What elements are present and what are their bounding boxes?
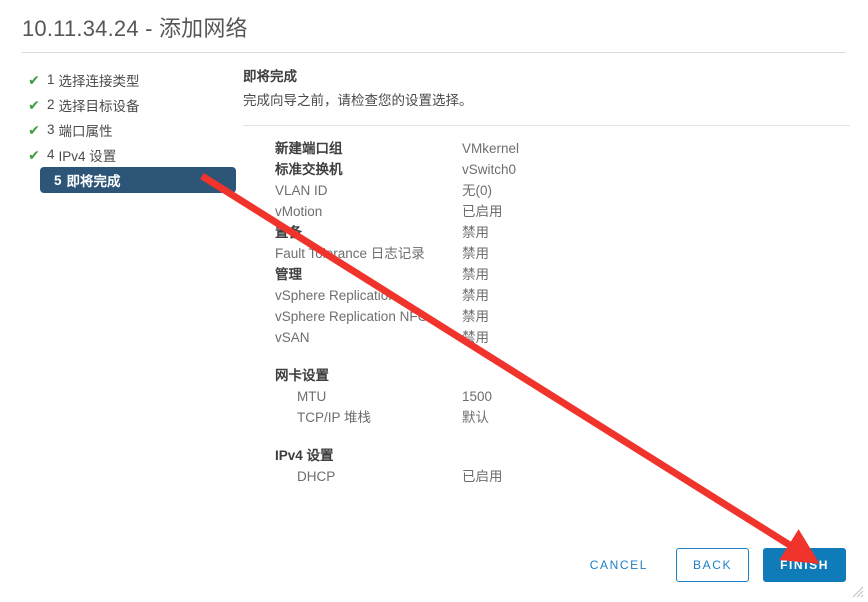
step-number: 4 [47,147,55,162]
summary-value: 已启用 [462,469,503,484]
step-number: 3 [47,122,55,137]
summary-row: MTU 1500 [275,386,850,407]
summary-value: 已启用 [462,204,503,219]
summary-label: vSphere Replication NFC [275,309,428,324]
summary-label: 置备 [275,225,302,240]
resize-handle-icon[interactable] [852,586,864,598]
check-icon: ✔ [28,121,40,138]
section-title: 网卡设置 [275,368,329,383]
add-networking-dialog: 10.11.34.24 - 添加网络 ✔ 1 选择连接类型 ✔ 2 选择目标设备… [0,0,868,602]
summary-pane: 即将完成 完成向导之前，请检查您的设置选择。 新建端口组 VMkernel 标准… [218,67,868,487]
section-title: IPv4 设置 [275,448,334,463]
summary-value: vSwitch0 [462,162,517,177]
summary-value: 禁用 [462,288,489,303]
sidebar-item-step-1[interactable]: ✔ 1 选择连接类型 [22,67,218,92]
summary-value: 默认 [462,410,489,425]
content-heading: 即将完成 [243,69,297,84]
page-title: 10.11.34.24 - 添加网络 [22,16,248,41]
sidebar-item-step-5[interactable]: 5 即将完成 [40,167,236,193]
step-label: 选择连接类型 [58,73,140,89]
summary-value: VMkernel [462,141,520,156]
back-button[interactable]: BACK [675,548,750,582]
step-label: 即将完成 [66,174,121,189]
summary-value: 禁用 [462,267,489,282]
summary-value: 无(0) [462,183,492,198]
sidebar-item-step-3[interactable]: ✔ 3 端口属性 [22,117,218,142]
finish-button[interactable]: FINISH [763,548,846,582]
summary-value: 禁用 [462,309,489,324]
summary-label: 标准交换机 [275,162,343,177]
summary-label: DHCP [297,469,336,484]
summary-row: Fault Tolerance 日志记录 禁用 [275,243,850,264]
check-icon: ✔ [28,96,40,113]
step-label: 端口属性 [58,123,113,139]
check-icon: ✔ [28,71,40,88]
summary-label: 管理 [275,267,302,282]
step-number: 1 [47,72,55,87]
content-divider [243,125,850,126]
summary-row: vSphere Replication NFC 禁用 [275,306,850,327]
summary-value: 禁用 [462,225,489,240]
summary-label: vMotion [275,204,323,219]
summary-value: 1500 [462,389,493,404]
summary-row: TCP/IP 堆栈 默认 [275,407,850,428]
summary-row: 置备 禁用 [275,222,850,243]
wizard-step-list: ✔ 1 选择连接类型 ✔ 2 选择目标设备 ✔ 3 端口属性 ✔ 4 IPv4 … [0,67,236,193]
step-number: 2 [47,97,55,112]
step-number: 5 [54,172,62,188]
dialog-title-bar: 10.11.34.24 - 添加网络 [0,0,868,44]
check-icon: ✔ [28,146,40,163]
summary-main-list: 新建端口组 VMkernel 标准交换机 vSwitch0 VLAN ID 无(… [243,138,850,487]
summary-row: 新建端口组 VMkernel [275,138,850,159]
summary-value: 禁用 [462,246,489,261]
summary-section-nic: 网卡设置 MTU 1500 TCP/IP 堆栈 默认 [275,365,850,428]
summary-section-ipv4: IPv4 设置 DHCP 已启用 [275,445,850,487]
summary-row: 标准交换机 vSwitch0 [275,159,850,180]
summary-label: MTU [297,389,327,404]
dialog-footer: CANCEL BACK FINISH [0,548,868,582]
summary-label: vSphere Replication [275,288,396,303]
summary-value: 禁用 [462,330,489,345]
summary-row: vSAN 禁用 [275,327,850,348]
dialog-body: ✔ 1 选择连接类型 ✔ 2 选择目标设备 ✔ 3 端口属性 ✔ 4 IPv4 … [0,53,868,487]
summary-row: vSphere Replication 禁用 [275,285,850,306]
summary-label: Fault Tolerance 日志记录 [275,246,425,261]
step-label: IPv4 设置 [58,148,117,164]
sidebar-item-step-4[interactable]: ✔ 4 IPv4 设置 [22,142,218,167]
summary-label: 新建端口组 [275,141,343,156]
summary-label: vSAN [275,330,310,345]
summary-row: DHCP 已启用 [275,466,850,487]
step-label: 选择目标设备 [58,98,140,114]
summary-row: vMotion 已启用 [275,201,850,222]
cancel-button[interactable]: CANCEL [576,550,662,580]
summary-label: TCP/IP 堆栈 [297,410,372,425]
summary-row: 管理 禁用 [275,264,850,285]
summary-row: VLAN ID 无(0) [275,180,850,201]
summary-label: VLAN ID [275,183,328,198]
content-subtitle: 完成向导之前，请检查您的设置选择。 [243,93,473,108]
sidebar-item-step-2[interactable]: ✔ 2 选择目标设备 [22,92,218,117]
